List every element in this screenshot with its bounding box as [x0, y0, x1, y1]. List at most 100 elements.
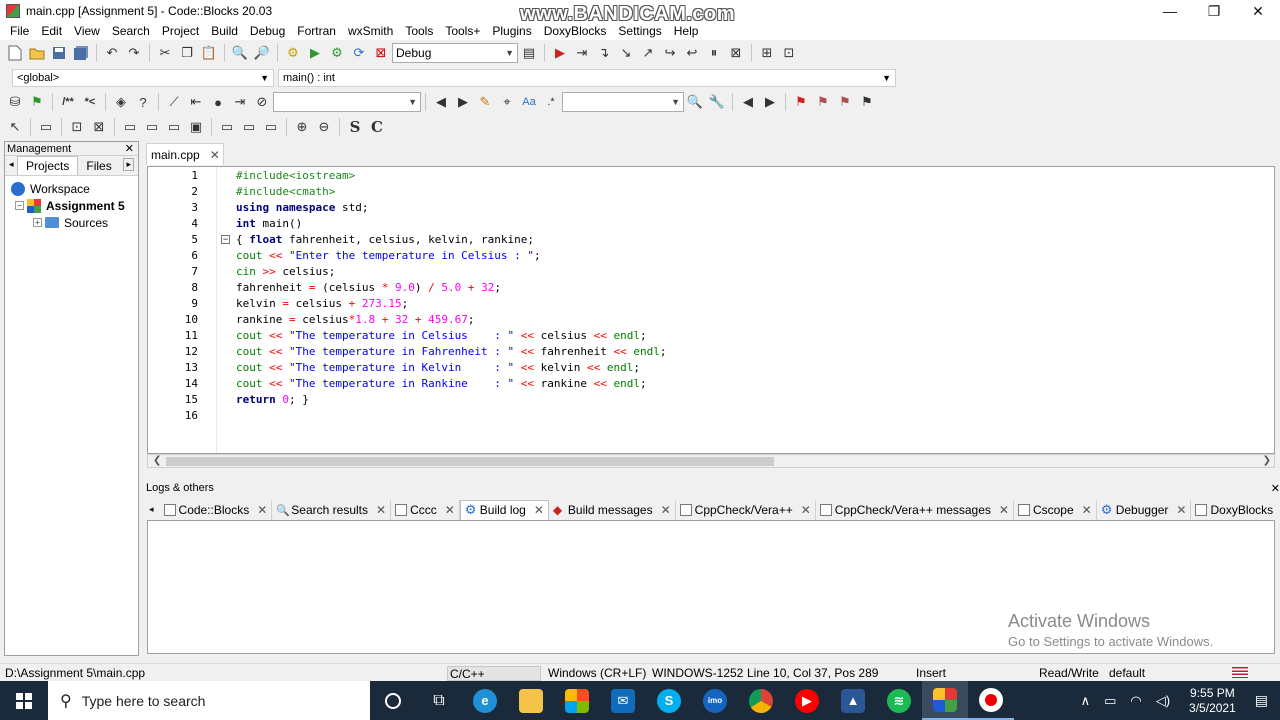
close-window-button[interactable]: ✕ [1236, 0, 1280, 22]
tab-scroll-left-icon[interactable]: ◂ [9, 159, 14, 170]
forward-arrow-icon[interactable]: ▶ [453, 92, 473, 112]
pause-icon[interactable]: ⏸ [704, 43, 724, 63]
scroll-right-icon[interactable]: ❯ [1263, 455, 1271, 466]
step-out-icon[interactable]: ↗ [638, 43, 658, 63]
cscope-c-icon[interactable]: C [367, 117, 387, 137]
taskbar-file-explorer[interactable] [508, 681, 554, 720]
clear-bookmarks-icon[interactable]: ⊘ [252, 92, 272, 112]
scrollbar-thumb[interactable] [166, 457, 774, 466]
tree-node-sources[interactable]: + Sources [5, 214, 138, 231]
line-comment-icon[interactable]: *< [80, 92, 100, 112]
wifi-icon[interactable]: ◠ [1130, 693, 1141, 709]
jump-forward-icon[interactable]: ▶ [760, 92, 780, 112]
close-icon[interactable]: ✕ [1082, 503, 1092, 517]
selection-icon[interactable]: ⌖ [497, 92, 517, 112]
notifications-icon[interactable]: ▤ [1255, 692, 1268, 709]
tab-files[interactable]: Files [78, 157, 119, 175]
taskbar-codeblocks[interactable] [922, 681, 968, 720]
tab-cccc[interactable]: Cccc ✕ [391, 499, 460, 520]
volume-icon[interactable]: ◁) [1156, 693, 1170, 709]
align-right-icon[interactable]: ▭ [164, 117, 184, 137]
next-flag-icon[interactable]: ⚑ [835, 92, 855, 112]
doxyblocks-extract-icon[interactable]: ⚑ [27, 92, 47, 112]
menu-wxsmith[interactable]: wxSmith [342, 24, 399, 38]
build-options-icon[interactable]: ▤ [519, 43, 539, 63]
taskbar-edge[interactable]: e [462, 681, 508, 720]
insert-widget-icon[interactable]: ▭ [36, 117, 56, 137]
menu-tools-plus[interactable]: Tools+ [439, 24, 486, 38]
menu-project[interactable]: Project [156, 24, 205, 38]
run-to-cursor-icon[interactable]: ⇥ [572, 43, 592, 63]
tab-cppcheck[interactable]: CppCheck/Vera++ ✕ [676, 499, 816, 520]
menu-help[interactable]: Help [668, 24, 705, 38]
editor-horizontal-scrollbar[interactable]: ❮ ❯ [147, 454, 1275, 468]
prev-bookmark-icon[interactable]: ⇤ [186, 92, 206, 112]
highlight-icon[interactable]: ✎ [475, 92, 495, 112]
build-gear-icon[interactable]: ⚙ [283, 43, 303, 63]
menu-settings[interactable]: Settings [612, 24, 667, 38]
menu-build[interactable]: Build [205, 24, 244, 38]
tab-build-messages[interactable]: ◆ Build messages ✕ [549, 499, 676, 520]
chm-help-icon[interactable]: ? [133, 92, 153, 112]
debug-start-icon[interactable]: ▶ [550, 43, 570, 63]
border-icon[interactable]: ▭ [261, 117, 281, 137]
close-icon[interactable]: ✕ [210, 148, 220, 162]
tree-node-project[interactable]: − Assignment 5 [5, 197, 138, 214]
next-bookmark-icon[interactable]: ⇥ [230, 92, 250, 112]
battery-icon[interactable]: ▭ [1104, 693, 1116, 709]
next-instruction-icon[interactable]: ↪ [660, 43, 680, 63]
clear-flags-icon[interactable]: ⚑ [857, 92, 877, 112]
stop-debugger-icon[interactable]: ⊠ [726, 43, 746, 63]
menu-search[interactable]: Search [106, 24, 156, 38]
block-comment-icon[interactable]: /** [58, 92, 78, 112]
menu-edit[interactable]: Edit [35, 24, 68, 38]
menu-tools[interactable]: Tools [399, 24, 439, 38]
taskbar-bandicam[interactable] [968, 681, 1014, 720]
function-select[interactable]: main() : int ▼ [278, 69, 896, 87]
close-icon[interactable]: ✕ [999, 503, 1009, 517]
tab-build-log[interactable]: ⚙ Build log ✕ [459, 499, 549, 520]
taskbar-search-input[interactable]: ⚲ Type here to search [48, 681, 370, 720]
symbol-search-select[interactable]: ▼ [273, 92, 421, 112]
rebuild-icon[interactable]: ⟳ [349, 43, 369, 63]
menu-doxyblocks[interactable]: DoxyBlocks [538, 24, 613, 38]
abort-icon[interactable]: ⊠ [371, 43, 391, 63]
tab-cppcheck-messages[interactable]: CppCheck/Vera++ messages ✕ [816, 499, 1014, 520]
menu-fortran[interactable]: Fortran [291, 24, 342, 38]
taskbar-spotify[interactable]: ≋ [876, 681, 922, 720]
code-editor[interactable]: − 1 #include<iostream> 2 #include<cmath> 3… [147, 166, 1275, 454]
run-icon[interactable]: ▶ [305, 43, 325, 63]
align-fill-icon[interactable]: ▣ [186, 117, 206, 137]
maximize-button[interactable]: ❐ [1192, 0, 1236, 22]
tab-scroll-right-icon[interactable]: ▸ [123, 158, 134, 171]
new-file-icon[interactable] [5, 43, 25, 63]
jump-back-icon[interactable]: ◀ [738, 92, 758, 112]
find-icon[interactable]: 🔍 [230, 43, 250, 63]
close-icon[interactable]: ✕ [257, 503, 267, 517]
close-icon[interactable]: ✕ [445, 503, 455, 517]
cut-icon[interactable]: ✂ [155, 43, 175, 63]
close-icon[interactable]: ✕ [125, 142, 134, 155]
tree-node-workspace[interactable]: Workspace [5, 180, 138, 197]
taskbar-store[interactable] [554, 681, 600, 720]
debug-windows-icon[interactable]: ⊞ [757, 43, 777, 63]
taskbar-youtube[interactable]: ▶ [784, 681, 830, 720]
close-icon[interactable]: ✕ [534, 503, 544, 517]
taskbar-chrome[interactable] [738, 681, 784, 720]
close-icon[interactable]: ✕ [1176, 503, 1186, 517]
taskbar-clock[interactable]: 9:55 PM 3/5/2021 [1189, 686, 1236, 716]
task-view-button[interactable]: ⧉ [416, 681, 462, 720]
tab-cscope[interactable]: Cscope ✕ [1014, 499, 1097, 520]
various-info-icon[interactable]: ⊡ [779, 43, 799, 63]
toggle-bookmark-flag-icon[interactable]: ⚑ [791, 92, 811, 112]
regex-icon[interactable]: .* [541, 92, 561, 112]
tab-projects[interactable]: Projects [17, 156, 79, 175]
doxywizard-icon[interactable]: ⛁ [5, 92, 25, 112]
html-docs-icon[interactable]: ◈ [111, 92, 131, 112]
close-icon[interactable]: ✕ [661, 503, 671, 517]
insert-into-icon[interactable]: ⊡ [67, 117, 87, 137]
build-target-select[interactable]: Debug ▼ [392, 43, 518, 63]
search-next-icon[interactable]: 🔍 [685, 92, 705, 112]
chevron-up-icon[interactable]: ∧ [1081, 693, 1091, 709]
bookmark-dot-icon[interactable]: ● [208, 92, 228, 112]
